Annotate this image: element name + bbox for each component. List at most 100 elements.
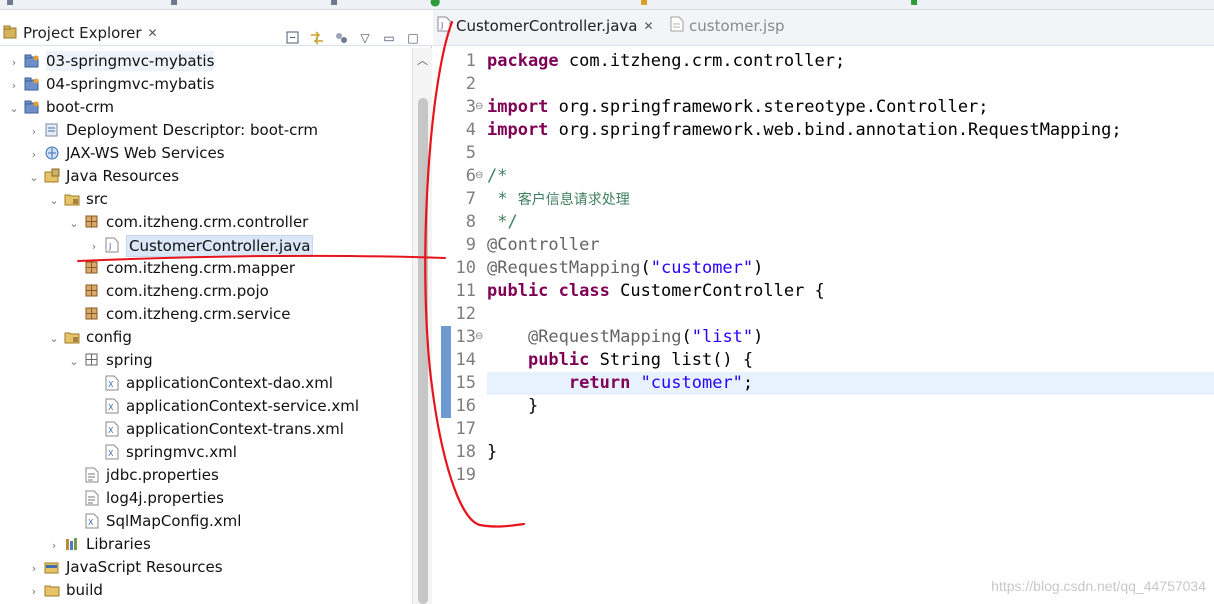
- chevron-right-icon[interactable]: ›: [88, 240, 100, 253]
- tree-item-label: CustomerController.java: [126, 235, 314, 257]
- code-line[interactable]: */: [487, 211, 1214, 234]
- tree-item[interactable]: › 03-springmvc-mybatis: [0, 50, 410, 73]
- tree-item[interactable]: XapplicationContext-trans.xml: [0, 418, 410, 441]
- code-line[interactable]: package com.itzheng.crm.controller;: [487, 50, 1214, 73]
- tree-item[interactable]: ⌄ Java Resources: [0, 165, 410, 188]
- line-number: 16: [455, 396, 476, 416]
- code-token: /*: [487, 166, 508, 186]
- code-token: @RequestMapping: [527, 327, 682, 347]
- code-line[interactable]: import org.springframework.web.bind.anno…: [487, 119, 1214, 142]
- toolbar-icon[interactable]: ▪: [910, 0, 918, 7]
- explorer-vertical-scrollbar[interactable]: ︿: [412, 48, 432, 604]
- project-explorer-tab[interactable]: Project Explorer ✕: [2, 22, 158, 44]
- main-toolbar: ▪ ▪ ▪ ● ▪ ▪: [0, 0, 1214, 10]
- tree-item[interactable]: ⌄ spring: [0, 349, 410, 372]
- fold-toggle-icon[interactable]: ⊖: [475, 164, 483, 187]
- chevron-right-icon[interactable]: ›: [28, 148, 40, 161]
- toolbar-icon[interactable]: ▪: [640, 0, 648, 7]
- tree-item[interactable]: ⌄ com.itzheng.crm.controller: [0, 211, 410, 234]
- code-line[interactable]: import org.springframework.stereotype.Co…: [487, 96, 1214, 119]
- code-line[interactable]: @Controller: [487, 234, 1214, 257]
- toolbar-icon[interactable]: ▪: [330, 0, 338, 7]
- chevron-right-icon[interactable]: ›: [8, 79, 20, 92]
- tree-item[interactable]: ⌄ src: [0, 188, 410, 211]
- tree-item[interactable]: XapplicationContext-dao.xml: [0, 372, 410, 395]
- chevron-down-icon[interactable]: ⌄: [28, 171, 40, 184]
- run-icon[interactable]: ●: [430, 0, 440, 7]
- chevron-down-icon[interactable]: ⌄: [48, 332, 60, 345]
- tree-item[interactable]: › 04-springmvc-mybatis: [0, 73, 410, 96]
- filter-icon[interactable]: [332, 30, 350, 46]
- scroll-up-icon[interactable]: ︿: [417, 52, 428, 68]
- chevron-right-icon[interactable]: ›: [8, 56, 20, 69]
- chevron-down-icon[interactable]: ⌄: [48, 194, 60, 207]
- link-with-editor-icon[interactable]: [308, 30, 326, 46]
- fold-toggle-icon[interactable]: ⊖: [475, 95, 483, 118]
- code-line[interactable]: [487, 418, 1214, 441]
- scrollbar-thumb[interactable]: [418, 98, 428, 604]
- chevron-right-icon[interactable]: ›: [48, 539, 60, 552]
- tree-item[interactable]: › JavaScript Resources: [0, 556, 410, 579]
- project-explorer-icon: [2, 25, 18, 41]
- code-line[interactable]: }: [487, 395, 1214, 418]
- close-icon[interactable]: ✕: [643, 19, 653, 33]
- tree-item-label: 03-springmvc-mybatis: [46, 51, 215, 71]
- code-line[interactable]: public String list() {: [487, 349, 1214, 372]
- line-number: 17: [455, 419, 476, 439]
- java-file-icon: J: [104, 237, 120, 253]
- code-line[interactable]: [487, 142, 1214, 165]
- code-token: 客户信息请求处理: [517, 192, 630, 208]
- fold-toggle-icon[interactable]: ⊖: [475, 325, 483, 348]
- source-folder-icon: [64, 329, 80, 345]
- tree-item[interactable]: ⌄ boot-crm: [0, 96, 410, 119]
- code-line[interactable]: public class CustomerController {: [487, 280, 1214, 303]
- code-line[interactable]: * 客户信息请求处理: [487, 188, 1214, 211]
- toolbar-icon[interactable]: ▪: [170, 0, 178, 7]
- close-icon[interactable]: ✕: [148, 26, 158, 40]
- chevron-down-icon[interactable]: ⌄: [68, 217, 80, 230]
- chevron-right-icon[interactable]: ›: [28, 562, 40, 575]
- tree-item[interactable]: › Deployment Descriptor: boot-crm: [0, 119, 410, 142]
- line-number: 8: [465, 212, 476, 232]
- code-token: @Controller: [487, 235, 600, 255]
- collapse-all-icon[interactable]: [284, 30, 302, 46]
- toolbar-icon[interactable]: ▪: [6, 0, 14, 7]
- tree-item[interactable]: com.itzheng.crm.pojo: [0, 280, 410, 303]
- code-line[interactable]: @RequestMapping("list"): [487, 326, 1214, 349]
- tree-item[interactable]: › J CustomerController.java: [0, 234, 410, 257]
- chevron-down-icon[interactable]: ⌄: [8, 102, 20, 115]
- editor-tab-customer-jsp[interactable]: customer.jsp: [670, 14, 785, 38]
- tree-item[interactable]: jdbc.properties: [0, 464, 410, 487]
- line-number: 15: [455, 373, 476, 393]
- maximize-icon[interactable]: □: [404, 30, 422, 46]
- minimize-icon[interactable]: ▭: [380, 30, 398, 46]
- editor-tab-label: customer.jsp: [689, 17, 785, 35]
- code-token: class: [558, 281, 610, 301]
- view-menu-icon[interactable]: ▽: [356, 30, 374, 46]
- code-token: "list": [691, 327, 754, 347]
- code-line[interactable]: @RequestMapping("customer"): [487, 257, 1214, 280]
- tree-item[interactable]: › JAX-WS Web Services: [0, 142, 410, 165]
- tree-item[interactable]: › Libraries: [0, 533, 410, 556]
- tree-item[interactable]: ⌄ config: [0, 326, 410, 349]
- code-line[interactable]: [487, 73, 1214, 96]
- code-area[interactable]: package com.itzheng.crm.controller; impor…: [487, 48, 1214, 604]
- tree-item[interactable]: com.itzheng.crm.service: [0, 303, 410, 326]
- editor-tab-customercontroller[interactable]: J CustomerController.java ✕: [437, 14, 654, 38]
- code-line[interactable]: [487, 303, 1214, 326]
- tree-item[interactable]: Xspringmvc.xml: [0, 441, 410, 464]
- tree-item[interactable]: log4j.properties: [0, 487, 410, 510]
- code-token: public: [487, 281, 549, 301]
- code-line[interactable]: return "customer";: [487, 372, 1214, 395]
- tree-item[interactable]: com.itzheng.crm.mapper: [0, 257, 410, 280]
- code-line[interactable]: /*: [487, 165, 1214, 188]
- code-line[interactable]: }: [487, 441, 1214, 464]
- chevron-down-icon[interactable]: ⌄: [68, 355, 80, 368]
- tree-item[interactable]: › build: [0, 579, 410, 602]
- chevron-right-icon[interactable]: ›: [28, 585, 40, 598]
- tree-item[interactable]: XapplicationContext-service.xml: [0, 395, 410, 418]
- tree-item[interactable]: X SqlMapConfig.xml: [0, 510, 410, 533]
- code-line[interactable]: [487, 464, 1214, 487]
- chevron-right-icon[interactable]: ›: [28, 125, 40, 138]
